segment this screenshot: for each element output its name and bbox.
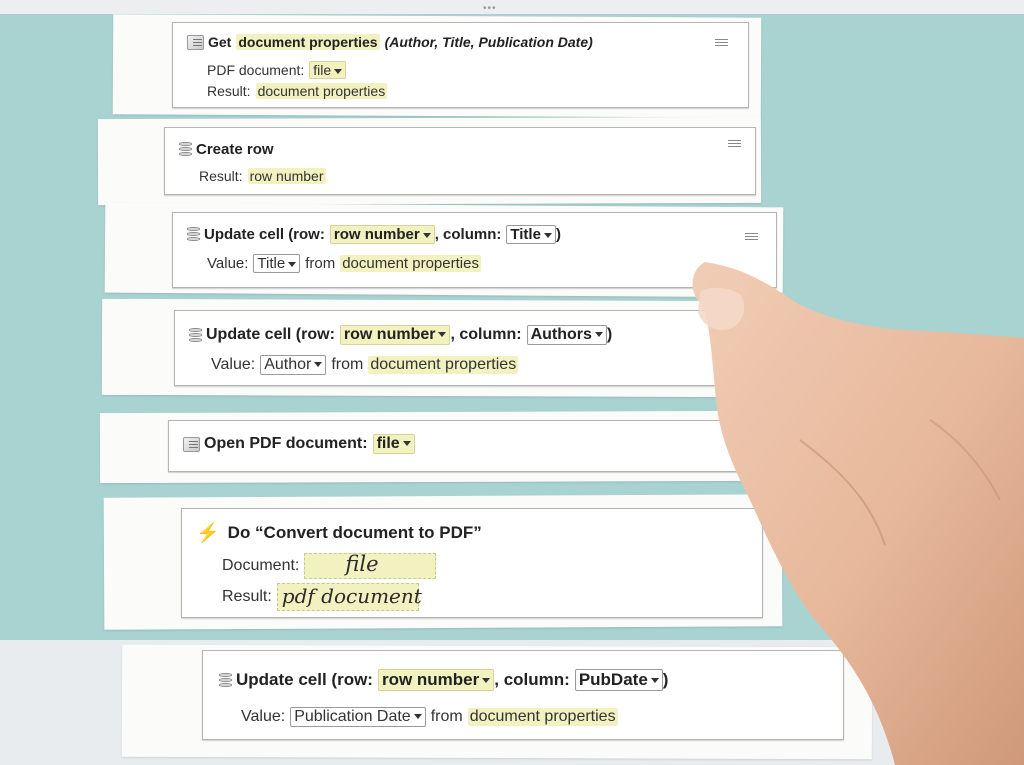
from-value[interactable]: document properties	[467, 708, 618, 726]
column-value: Authors	[530, 326, 592, 343]
from-label: from	[331, 356, 364, 373]
result-value[interactable]: row number	[247, 168, 326, 184]
chevron-down-icon	[438, 332, 447, 338]
chevron-down-icon	[594, 332, 603, 338]
row-dropdown[interactable]: row number	[329, 225, 435, 244]
card-title: Update cell (row:	[236, 670, 373, 689]
close-paren: )	[555, 226, 561, 243]
column-label: , column:	[450, 326, 522, 343]
document-label: Document:	[222, 557, 300, 574]
row-dropdown[interactable]: row number	[377, 669, 495, 691]
pdf-dropdown[interactable]: file	[309, 61, 347, 79]
card-title: Get	[208, 34, 232, 50]
result-label: Result:	[222, 588, 272, 605]
column-dropdown[interactable]: Authors	[526, 325, 607, 345]
get-properties-card[interactable]: Get document properties (Author, Title, …	[172, 22, 749, 108]
update-title-card[interactable]: Update cell (row: row number , column: T…	[172, 212, 777, 288]
value-value: Title	[257, 255, 286, 272]
database-icon	[219, 672, 232, 688]
chevron-down-icon	[543, 232, 552, 238]
row-value: row number	[343, 326, 436, 343]
database-icon	[187, 227, 200, 242]
hamburger-menu-icon[interactable]	[745, 233, 758, 242]
database-icon	[179, 142, 192, 157]
value-label: Value:	[211, 356, 256, 373]
card-title: Do “Convert document to PDF”	[227, 523, 482, 542]
finger-crease	[929, 419, 1001, 501]
value-label: Value:	[207, 255, 249, 272]
value-value: Author	[264, 356, 312, 373]
top-handle-icon: •••	[483, 3, 497, 14]
result-label: Result:	[207, 83, 251, 99]
pdf-label: PDF document:	[207, 62, 305, 78]
handwritten-result-value: pdf document	[281, 584, 422, 608]
hamburger-menu-icon[interactable]	[715, 39, 728, 48]
value-dropdown[interactable]: Publication Date	[290, 707, 426, 727]
result-label: Result:	[199, 168, 243, 184]
from-label: from	[430, 708, 463, 725]
update-pubdate-card[interactable]: Update cell (row: row number , column: P…	[202, 650, 844, 740]
document-input[interactable]: file	[304, 552, 437, 579]
column-label: , column:	[494, 670, 570, 689]
create-row-card[interactable]: Create row Result: row number	[164, 127, 756, 195]
row-value: row number	[381, 670, 480, 689]
value-label: Value:	[241, 708, 286, 725]
chevron-down-icon	[422, 232, 431, 238]
handwritten-document-value: file	[345, 552, 379, 576]
title-suffix: (Author, Title, Publication Date)	[384, 34, 593, 50]
chevron-down-icon	[334, 68, 343, 74]
column-value: PubDate	[578, 670, 648, 689]
pdf-value: file	[313, 62, 332, 78]
chevron-down-icon	[288, 261, 297, 267]
column-value: Title	[510, 226, 541, 243]
chevron-down-icon	[413, 714, 422, 720]
result-input[interactable]: pdf document	[276, 583, 422, 611]
open-pdf-card[interactable]: Open PDF document: file	[168, 420, 740, 472]
chevron-down-icon	[314, 362, 323, 368]
chevron-down-icon	[402, 441, 411, 447]
result-value[interactable]: document properties	[255, 83, 388, 99]
from-value[interactable]: document properties	[368, 356, 519, 374]
title-value[interactable]: document properties	[236, 34, 380, 50]
update-authors-card[interactable]: Update cell (row: row number , column: A…	[174, 310, 736, 386]
from-value[interactable]: document properties	[340, 255, 481, 272]
column-label: , column:	[434, 226, 502, 243]
chevron-down-icon	[650, 678, 659, 684]
from-label: from	[305, 255, 336, 272]
column-dropdown[interactable]: Title	[506, 225, 556, 244]
pdf-icon	[183, 436, 200, 452]
database-icon	[189, 327, 202, 343]
pdf-icon	[187, 34, 204, 50]
column-dropdown[interactable]: PubDate	[574, 669, 663, 691]
top-bar: •••	[0, 0, 1024, 14]
value-value: Publication Date	[294, 708, 411, 725]
row-value: row number	[333, 226, 420, 243]
file-dropdown[interactable]: file	[372, 434, 415, 454]
card-title: Update cell (row:	[206, 326, 335, 343]
card-title: Open PDF document:	[204, 435, 368, 452]
card-title: Create row	[196, 141, 274, 158]
convert-card[interactable]: ⚡ Do “Convert document to PDF” Document:…	[181, 508, 763, 618]
file-value: file	[376, 435, 400, 452]
value-dropdown[interactable]: Title	[253, 254, 301, 273]
hamburger-menu-icon[interactable]	[728, 140, 741, 149]
value-dropdown[interactable]: Author	[260, 355, 327, 375]
chevron-down-icon	[482, 678, 491, 684]
card-title: Update cell (row:	[204, 226, 325, 243]
close-paren: )	[662, 670, 669, 689]
row-dropdown[interactable]: row number	[339, 325, 451, 345]
finger-crease	[799, 439, 886, 546]
lightning-bolt-icon: ⚡	[196, 523, 220, 544]
close-paren: )	[606, 326, 613, 343]
